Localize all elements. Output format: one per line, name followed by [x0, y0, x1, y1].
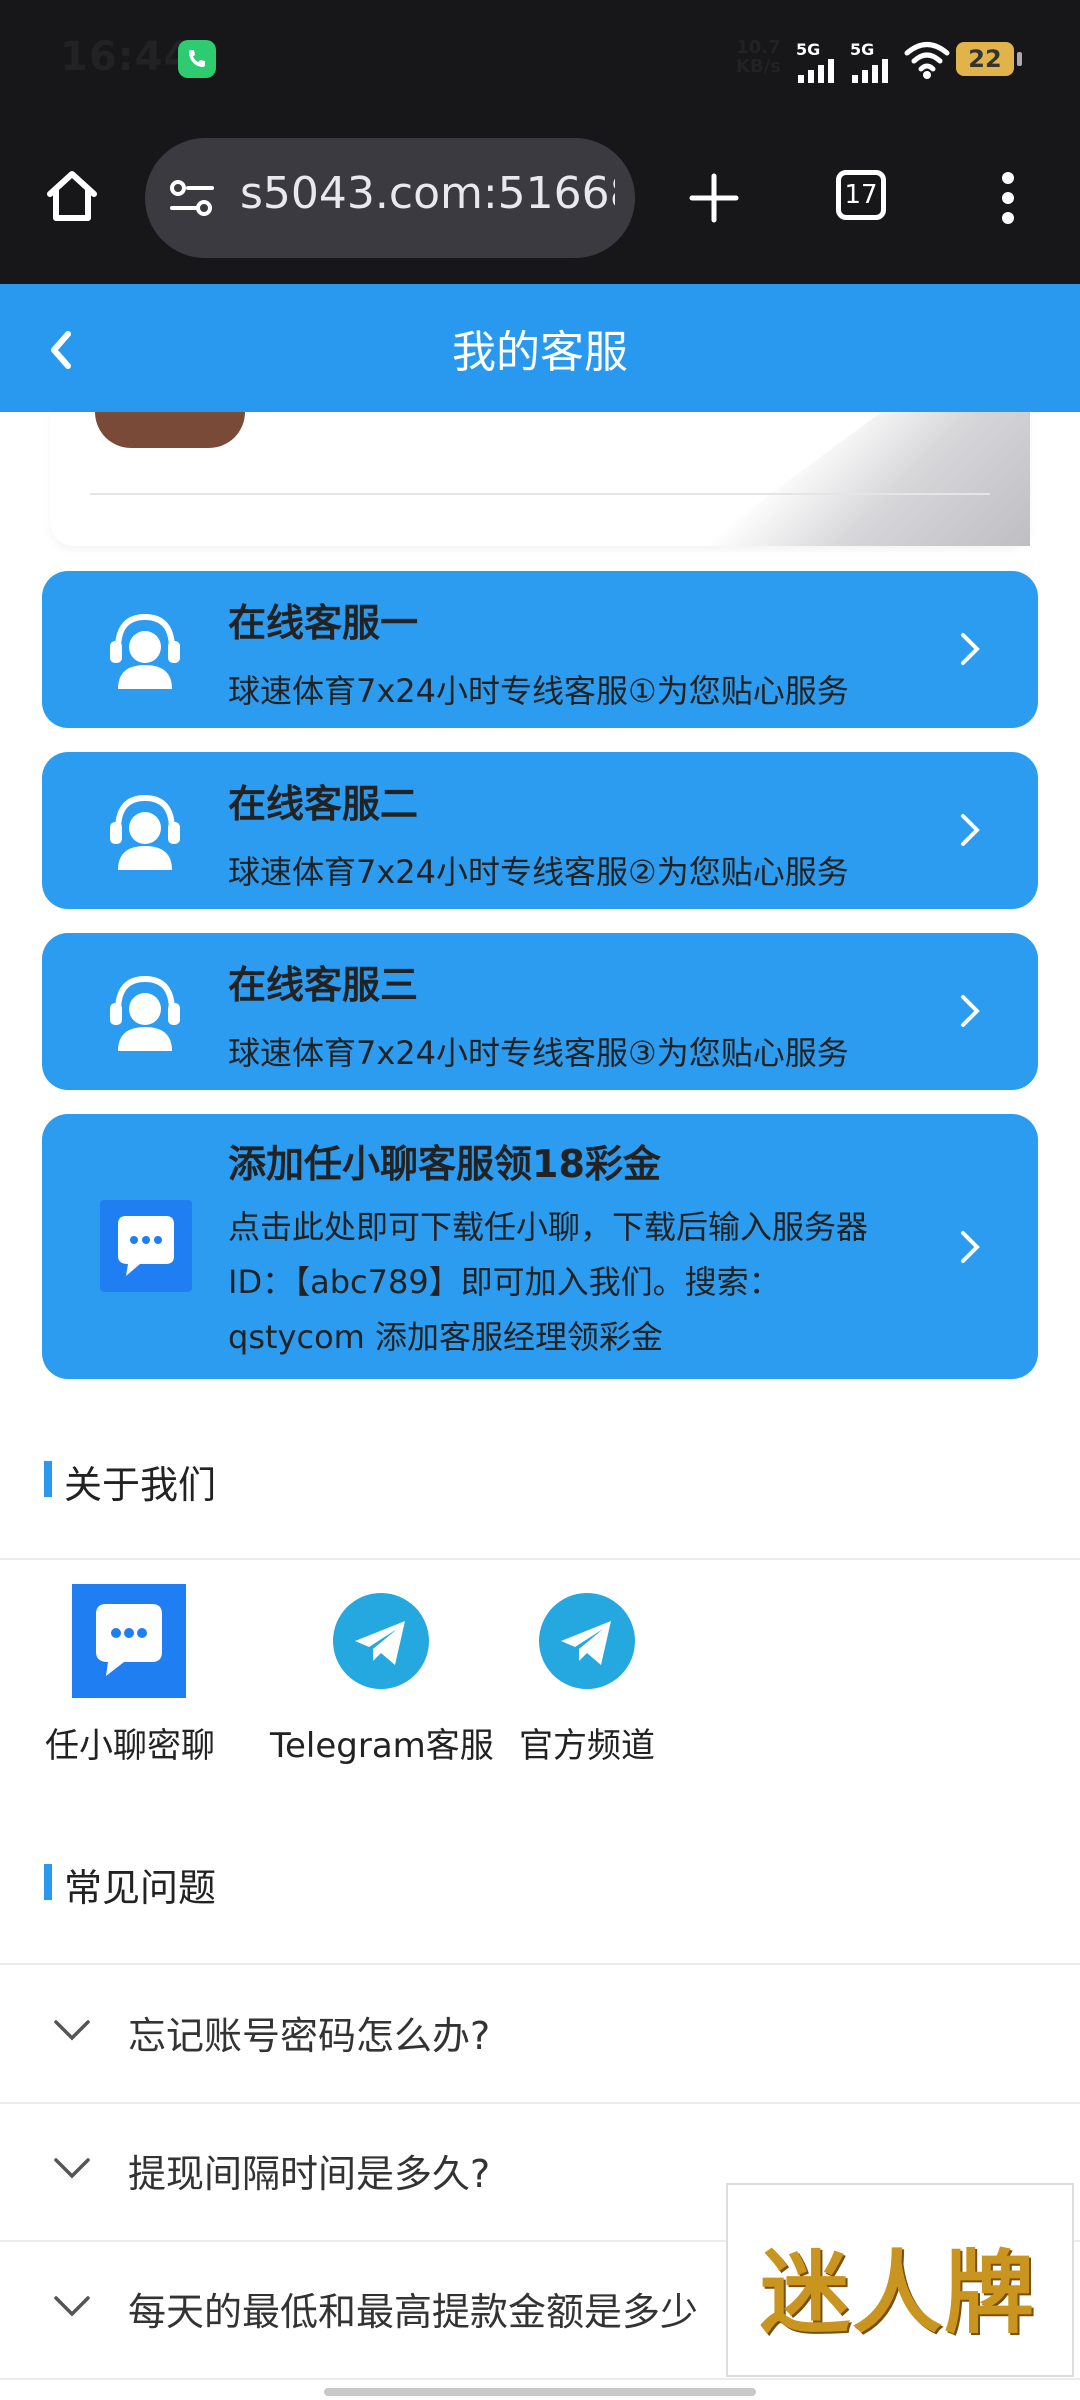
url-text[interactable]: s5043.com:51668 [240, 168, 615, 219]
battery-level: 22 [968, 45, 1002, 73]
chevron-right-icon [961, 814, 980, 846]
promo-description: 点击此处即可下载任小聊，下载后输入服务器 ID：【abc789】即可加入我们。搜… [228, 1200, 928, 1365]
network-speed-value: 10.7 [736, 37, 781, 58]
section-accent-bar [44, 1461, 52, 1497]
network-speed: 10.7 KB/s [736, 38, 781, 76]
section-divider [0, 1558, 1080, 1560]
chevron-right-icon [961, 995, 980, 1027]
promo-line-2: ID：【abc789】即可加入我们。搜索： [228, 1263, 781, 1301]
site-settings-icon[interactable] [168, 176, 216, 220]
promo-line-3: qstycom 添加客服经理领彩金 [228, 1318, 663, 1356]
headset-agent-icon [110, 794, 180, 870]
faq-section-title: 常见问题 [64, 1866, 217, 1910]
about-section-title: 关于我们 [64, 1463, 217, 1507]
banner-divider [90, 493, 990, 495]
renxiaoliao-app-icon [100, 1200, 192, 1292]
headset-agent-icon [110, 613, 180, 689]
chevron-right-icon [961, 1231, 980, 1263]
service-title-1: 在线客服一 [228, 601, 419, 645]
promo-line-1: 点击此处即可下载任小聊，下载后输入服务器 [228, 1208, 869, 1246]
service-subtitle-3: 球速体育7x24小时专线客服③为您贴心服务 [228, 1034, 849, 1072]
chevron-right-icon [961, 633, 980, 665]
new-tab-icon[interactable] [688, 172, 740, 224]
watermark-text: 迷人牌 [760, 2240, 1036, 2346]
network-speed-unit: KB/s [736, 56, 781, 77]
faq-divider [0, 2102, 1080, 2104]
tab-count: 17 [844, 180, 878, 210]
status-time: 16:44 [60, 34, 193, 80]
telegram-icon[interactable] [333, 1593, 429, 1689]
promo-title: 添加任小聊客服领18彩金 [228, 1142, 661, 1186]
wifi-icon [904, 42, 950, 79]
section-divider [0, 1963, 1080, 1965]
chevron-down-icon[interactable] [52, 2018, 92, 2042]
faq-divider [0, 2378, 1080, 2380]
section-accent-bar [44, 1864, 52, 1900]
chevron-down-icon[interactable] [52, 2156, 92, 2180]
service-title-2: 在线客服二 [228, 782, 419, 826]
renxiaoliao-icon[interactable] [72, 1584, 186, 1698]
service-title-3: 在线客服三 [228, 963, 419, 1007]
home-icon[interactable] [42, 166, 102, 226]
service-subtitle-1: 球速体育7x24小时专线客服①为您贴心服务 [228, 672, 849, 710]
telegram-channel-icon[interactable] [539, 1593, 635, 1689]
signal-5g-1-label: 5G [796, 40, 821, 59]
about-item-label-1[interactable]: 任小聊密聊 [30, 1718, 230, 1767]
gesture-home-bar[interactable] [324, 2388, 756, 2396]
avatar [95, 412, 245, 448]
tab-switcher-button[interactable]: 17 [836, 170, 886, 220]
faq-question-2[interactable]: 提现间隔时间是多久? [128, 2143, 490, 2198]
faq-question-1[interactable]: 忘记账号密码怎么办? [128, 2005, 490, 2060]
about-item-label-3[interactable]: 官方频道 [500, 1718, 674, 1767]
signal-5g-2-icon: 5G [850, 40, 894, 83]
phone-call-icon [178, 40, 216, 78]
signal-5g-1-icon: 5G [796, 40, 840, 83]
about-item-label-2[interactable]: Telegram客服 [270, 1718, 494, 1767]
more-options-icon[interactable] [996, 168, 1020, 228]
signal-5g-2-label: 5G [850, 40, 875, 59]
battery-indicator: 22 [956, 42, 1022, 76]
faq-question-3[interactable]: 每天的最低和最高提款金额是多少 [128, 2281, 728, 2336]
service-subtitle-2: 球速体育7x24小时专线客服②为您贴心服务 [228, 853, 849, 891]
chevron-down-icon[interactable] [52, 2294, 92, 2318]
page-title: 我的客服 [452, 327, 628, 378]
headset-agent-icon [110, 975, 180, 1051]
